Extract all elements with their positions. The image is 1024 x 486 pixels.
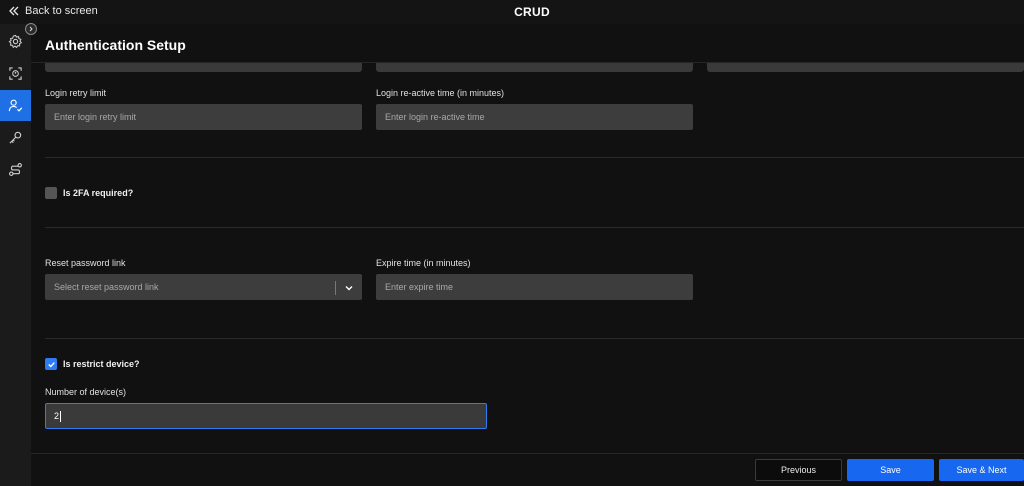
key-icon xyxy=(9,131,22,144)
chevron-down-icon[interactable] xyxy=(344,283,354,293)
app-title: CRUD xyxy=(514,5,550,19)
expire-time-input[interactable]: Enter expire time xyxy=(376,274,693,300)
select-separator xyxy=(335,281,336,295)
scrolled-field-1[interactable] xyxy=(45,63,362,72)
login-reactive-input[interactable]: Enter login re-active time xyxy=(376,104,693,130)
sidebar-item-face-scan[interactable] xyxy=(0,58,31,89)
login-retry-label: Login retry limit xyxy=(45,88,107,98)
2fa-label: Is 2FA required? xyxy=(63,188,134,198)
login-retry-placeholder: Enter login retry limit xyxy=(54,112,137,122)
save-button[interactable]: Save xyxy=(847,459,934,481)
sidebar-item-routes[interactable] xyxy=(0,154,31,185)
section-divider xyxy=(45,157,1024,158)
save-and-next-button[interactable]: Save & Next xyxy=(939,459,1024,481)
sidebar-item-authentication[interactable] xyxy=(0,90,31,121)
number-of-devices-value: 2 xyxy=(54,411,60,421)
footer-divider xyxy=(31,453,1024,454)
login-reactive-placeholder: Enter login re-active time xyxy=(385,112,485,122)
page-title: Authentication Setup xyxy=(45,37,186,53)
chevron-right-icon xyxy=(29,26,33,32)
sidebar-toggle-button[interactable] xyxy=(25,23,37,35)
scrolled-field-2[interactable] xyxy=(376,63,693,72)
text-caret xyxy=(60,410,62,422)
login-reactive-label: Login re-active time (in minutes) xyxy=(376,88,505,98)
reset-password-link-placeholder: Select reset password link xyxy=(54,282,159,292)
2fa-checkbox[interactable] xyxy=(45,187,57,199)
face-scan-icon xyxy=(9,67,22,80)
previous-button[interactable]: Previous xyxy=(755,459,842,481)
reset-password-link-label: Reset password link xyxy=(45,258,126,268)
restrict-device-label: Is restrict device? xyxy=(63,359,140,369)
section-divider xyxy=(45,338,1024,339)
sidebar-item-keys[interactable] xyxy=(0,122,31,153)
user-check-icon xyxy=(8,99,23,112)
checkmark-icon xyxy=(47,361,55,367)
expire-time-label: Expire time (in minutes) xyxy=(376,258,471,268)
reset-password-link-select[interactable]: Select reset password link xyxy=(45,274,362,300)
sidebar xyxy=(0,24,31,486)
number-of-devices-input[interactable]: 2 xyxy=(45,403,487,429)
login-retry-input[interactable]: Enter login retry limit xyxy=(45,104,362,130)
expire-time-placeholder: Enter expire time xyxy=(385,282,454,292)
route-icon xyxy=(9,163,22,176)
number-of-devices-label: Number of device(s) xyxy=(45,387,127,397)
top-bar: Back to screen CRUD xyxy=(0,0,1024,24)
main-content: Authentication Setup Login retry limit E… xyxy=(31,24,1024,486)
gear-cog-icon xyxy=(8,34,23,49)
scrolled-field-3[interactable] xyxy=(707,63,1024,72)
restrict-device-checkbox[interactable] xyxy=(45,358,57,370)
section-divider xyxy=(45,227,1024,228)
